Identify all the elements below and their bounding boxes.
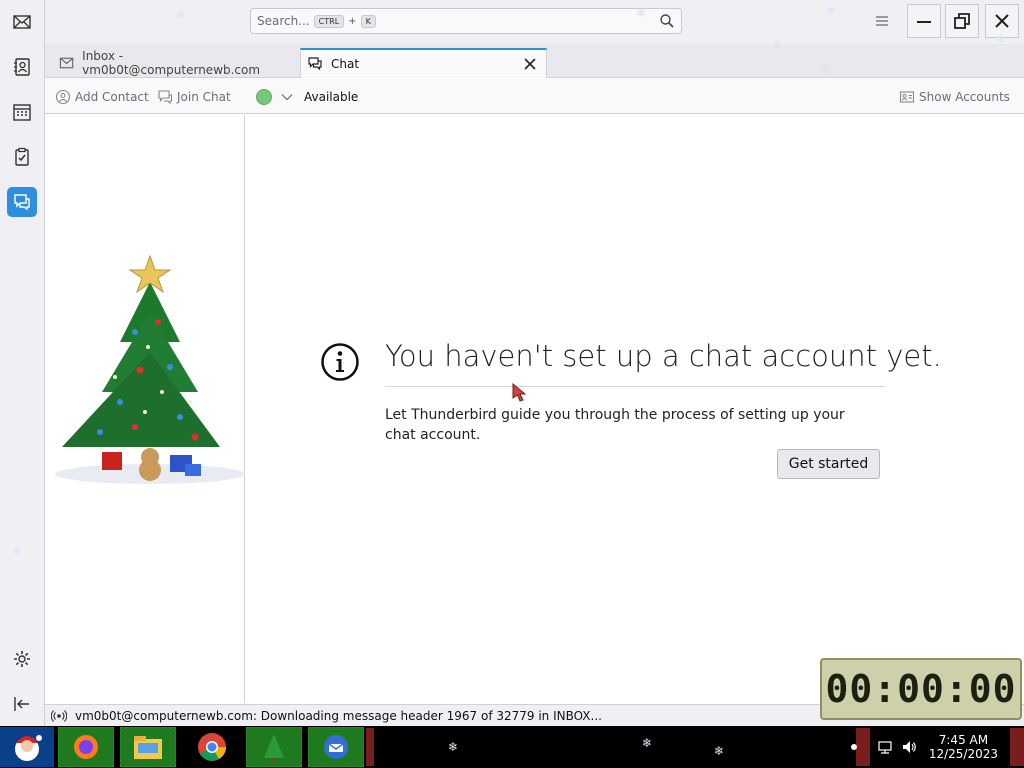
calendar-space-button[interactable] — [7, 97, 37, 127]
chat-space-button[interactable] — [7, 187, 37, 217]
thunderbird-window: Search... CTRL + K Inbox - vm0b0t@comput… — [0, 0, 1024, 768]
notice-description: Let Thunderbird guide you through the pr… — [385, 407, 845, 443]
status-message: vm0b0t@computernewb.com: Downloading mes… — [75, 708, 602, 723]
firefox-icon — [74, 735, 98, 759]
snowflake-icon: ❄ — [826, 4, 837, 18]
santa-start-icon — [15, 735, 42, 761]
volume-icon[interactable] — [901, 739, 917, 755]
tab-chat[interactable]: Chat — [300, 48, 547, 78]
search-icon — [660, 14, 674, 28]
network-icon[interactable] — [877, 739, 893, 755]
snowflake-icon: ❄ — [176, 8, 187, 22]
taskbar-separator — [366, 728, 374, 766]
tasks-space-button[interactable] — [7, 142, 37, 172]
app-menu-icon[interactable] — [872, 11, 892, 31]
timer-display: 00:00:00 — [825, 667, 1017, 711]
snowflake-icon: ❄ — [642, 736, 653, 750]
search-placeholder: Search... — [257, 14, 310, 28]
address-book-icon — [14, 58, 30, 76]
snowflake-icon: ❄ — [12, 544, 23, 558]
settings-button[interactable] — [7, 644, 37, 674]
join-chat-button[interactable]: Join Chat — [157, 88, 231, 106]
start-button[interactable] — [0, 727, 54, 767]
snowflake-icon: ❄ — [448, 740, 459, 754]
global-search-input[interactable]: Search... CTRL + K — [250, 8, 682, 34]
shortcut-key-ctrl: CTRL — [313, 14, 345, 28]
calendar-icon — [13, 104, 31, 121]
mouse-cursor-icon — [512, 382, 527, 402]
online-status-icon — [51, 709, 67, 722]
mail-space-button[interactable] — [7, 7, 37, 37]
tab-inbox[interactable]: Inbox - vm0b0t@computernewb.com — [53, 48, 293, 78]
add-contact-icon — [55, 89, 71, 105]
clock-date: 12/25/2023 — [928, 747, 998, 761]
restore-icon — [954, 13, 970, 29]
address-book-space-button[interactable] — [7, 52, 37, 82]
folder-icon — [134, 736, 162, 759]
close-icon — [995, 14, 1009, 28]
christmas-tree-decoration — [55, 254, 245, 484]
tab-chat-label: Chat — [331, 57, 360, 71]
system-tray: 7:45 AM 12/25/2023 — [850, 726, 1024, 768]
status-indicator — [256, 89, 272, 105]
snowflake-icon: ❄ — [772, 38, 783, 52]
collapse-spaces-button[interactable] — [7, 689, 37, 719]
snowflake-icon: ❄ — [996, 32, 1007, 46]
chat-icon — [14, 194, 30, 211]
accounts-icon — [899, 91, 915, 103]
inbox-icon — [59, 57, 74, 69]
shortcut-key-k: K — [360, 14, 376, 28]
mail-icon — [13, 15, 31, 29]
add-contact-button[interactable]: Add Contact — [55, 88, 149, 106]
close-tab-icon[interactable] — [522, 56, 538, 72]
chat-toolbar: Add Contact Join Chat Available Show Acc… — [45, 79, 1024, 114]
get-started-button[interactable]: Get started — [777, 449, 880, 479]
show-desktop-button[interactable] — [1010, 728, 1024, 766]
show-accounts-label: Show Accounts — [919, 90, 1010, 104]
title-bar: Search... CTRL + K — [45, 0, 1024, 44]
chat-icon — [308, 57, 322, 71]
thunderbird-icon — [324, 735, 348, 759]
countdown-timer-widget[interactable]: 00:00:00 — [820, 658, 1022, 720]
info-icon — [321, 343, 359, 381]
add-contact-label: Add Contact — [75, 90, 149, 104]
chat-main-pane: You haven't set up a chat account yet. L… — [246, 115, 1024, 703]
snowflake-icon: ❄ — [820, 62, 831, 76]
shortcut-plus: + — [348, 15, 357, 27]
taskbar-firefox[interactable] — [58, 727, 114, 767]
tab-inbox-label: Inbox - vm0b0t@computernewb.com — [82, 49, 261, 77]
taskbar-clock[interactable]: 7:45 AM 12/25/2023 — [929, 733, 998, 761]
status-label: Available — [304, 90, 359, 104]
spaces-toolbar — [0, 0, 45, 726]
tray-dot-icon — [850, 744, 857, 750]
settings-icon — [14, 651, 30, 667]
collapse-icon — [14, 697, 29, 711]
taskbar: ❄ ❄ ❄ 7:45 AM 12/25/2023 — [0, 726, 1024, 768]
notice-divider — [385, 386, 885, 387]
taskbar-christmas-tree[interactable] — [246, 727, 302, 767]
clock-time: 7:45 AM — [938, 733, 989, 747]
taskbar-thunderbird[interactable] — [308, 727, 364, 767]
tasks-icon — [15, 147, 29, 166]
chevron-down-icon — [281, 94, 293, 101]
taskbar-file-explorer[interactable] — [120, 727, 176, 767]
tab-bar: Inbox - vm0b0t@computernewb.com Chat — [45, 44, 1024, 78]
show-accounts-button[interactable]: Show Accounts — [899, 88, 1010, 106]
join-chat-icon — [158, 90, 173, 105]
minimize-icon — [917, 21, 931, 23]
taskbar-chrome[interactable] — [184, 727, 240, 767]
restore-button[interactable] — [945, 4, 979, 38]
notice-title: You haven't set up a chat account yet. — [385, 339, 942, 373]
snowflake-icon: ❄ — [636, 6, 647, 20]
chrome-icon — [198, 733, 226, 761]
snowflake-icon: ❄ — [714, 744, 725, 758]
tree-icon — [264, 734, 284, 761]
join-chat-label: Join Chat — [177, 90, 231, 104]
status-selector[interactable]: Available — [256, 88, 358, 106]
minimize-button[interactable] — [907, 4, 941, 38]
